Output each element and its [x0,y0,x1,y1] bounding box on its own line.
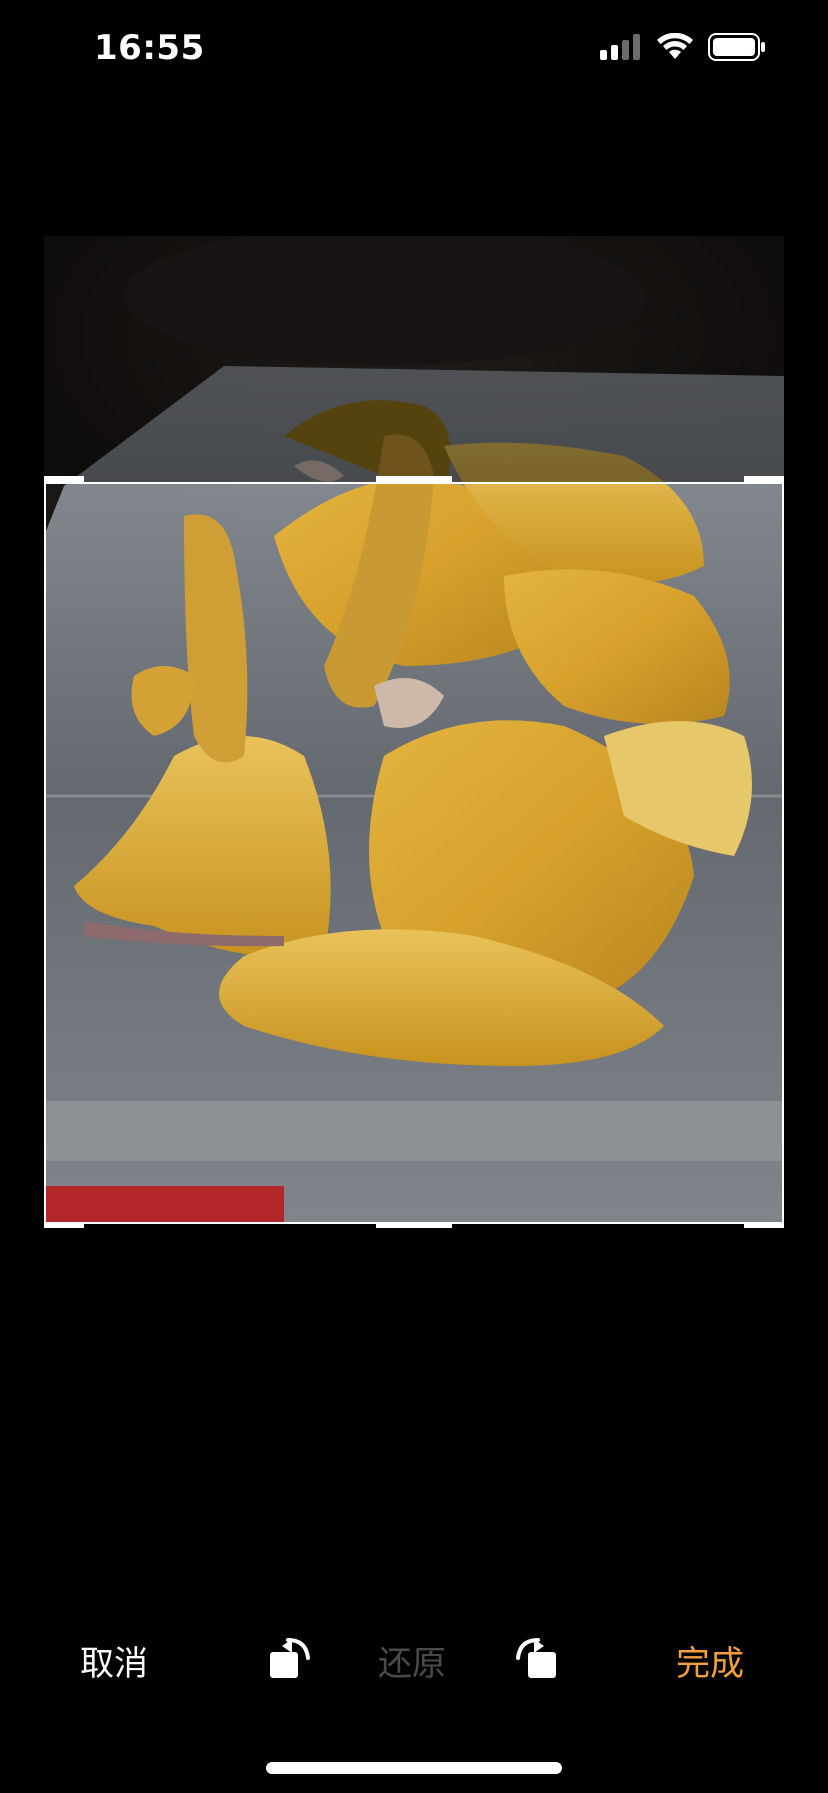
rotate-left-icon [266,1638,314,1686]
crop-dimmed-region [44,236,784,482]
rotate-right-button[interactable] [512,1634,560,1682]
done-button[interactable]: 完成 [676,1636,744,1685]
rotate-right-icon [512,1638,560,1686]
status-bar: 16:55 [0,0,828,100]
cancel-button[interactable]: 取消 [80,1636,148,1685]
edit-toolbar: 取消 还原 完成 [0,1620,828,1700]
crop-frame[interactable] [44,482,784,1224]
crop-handle-bottom-right[interactable] [744,1222,784,1228]
cellular-signal-icon [600,34,642,64]
rotate-left-button[interactable] [266,1634,314,1682]
wifi-icon [656,32,694,65]
crop-handle-top-center[interactable] [376,476,452,482]
crop-handle-bottom-center[interactable] [376,1222,452,1228]
status-icons [600,32,766,65]
status-time: 16:55 [94,28,205,68]
home-indicator[interactable] [266,1762,562,1774]
battery-icon [708,33,766,65]
crop-handle-bottom-left[interactable] [44,1222,84,1228]
crop-handle-top-left[interactable] [44,476,84,482]
reset-button[interactable]: 还原 [378,1636,446,1685]
crop-handle-top-right[interactable] [744,476,784,482]
